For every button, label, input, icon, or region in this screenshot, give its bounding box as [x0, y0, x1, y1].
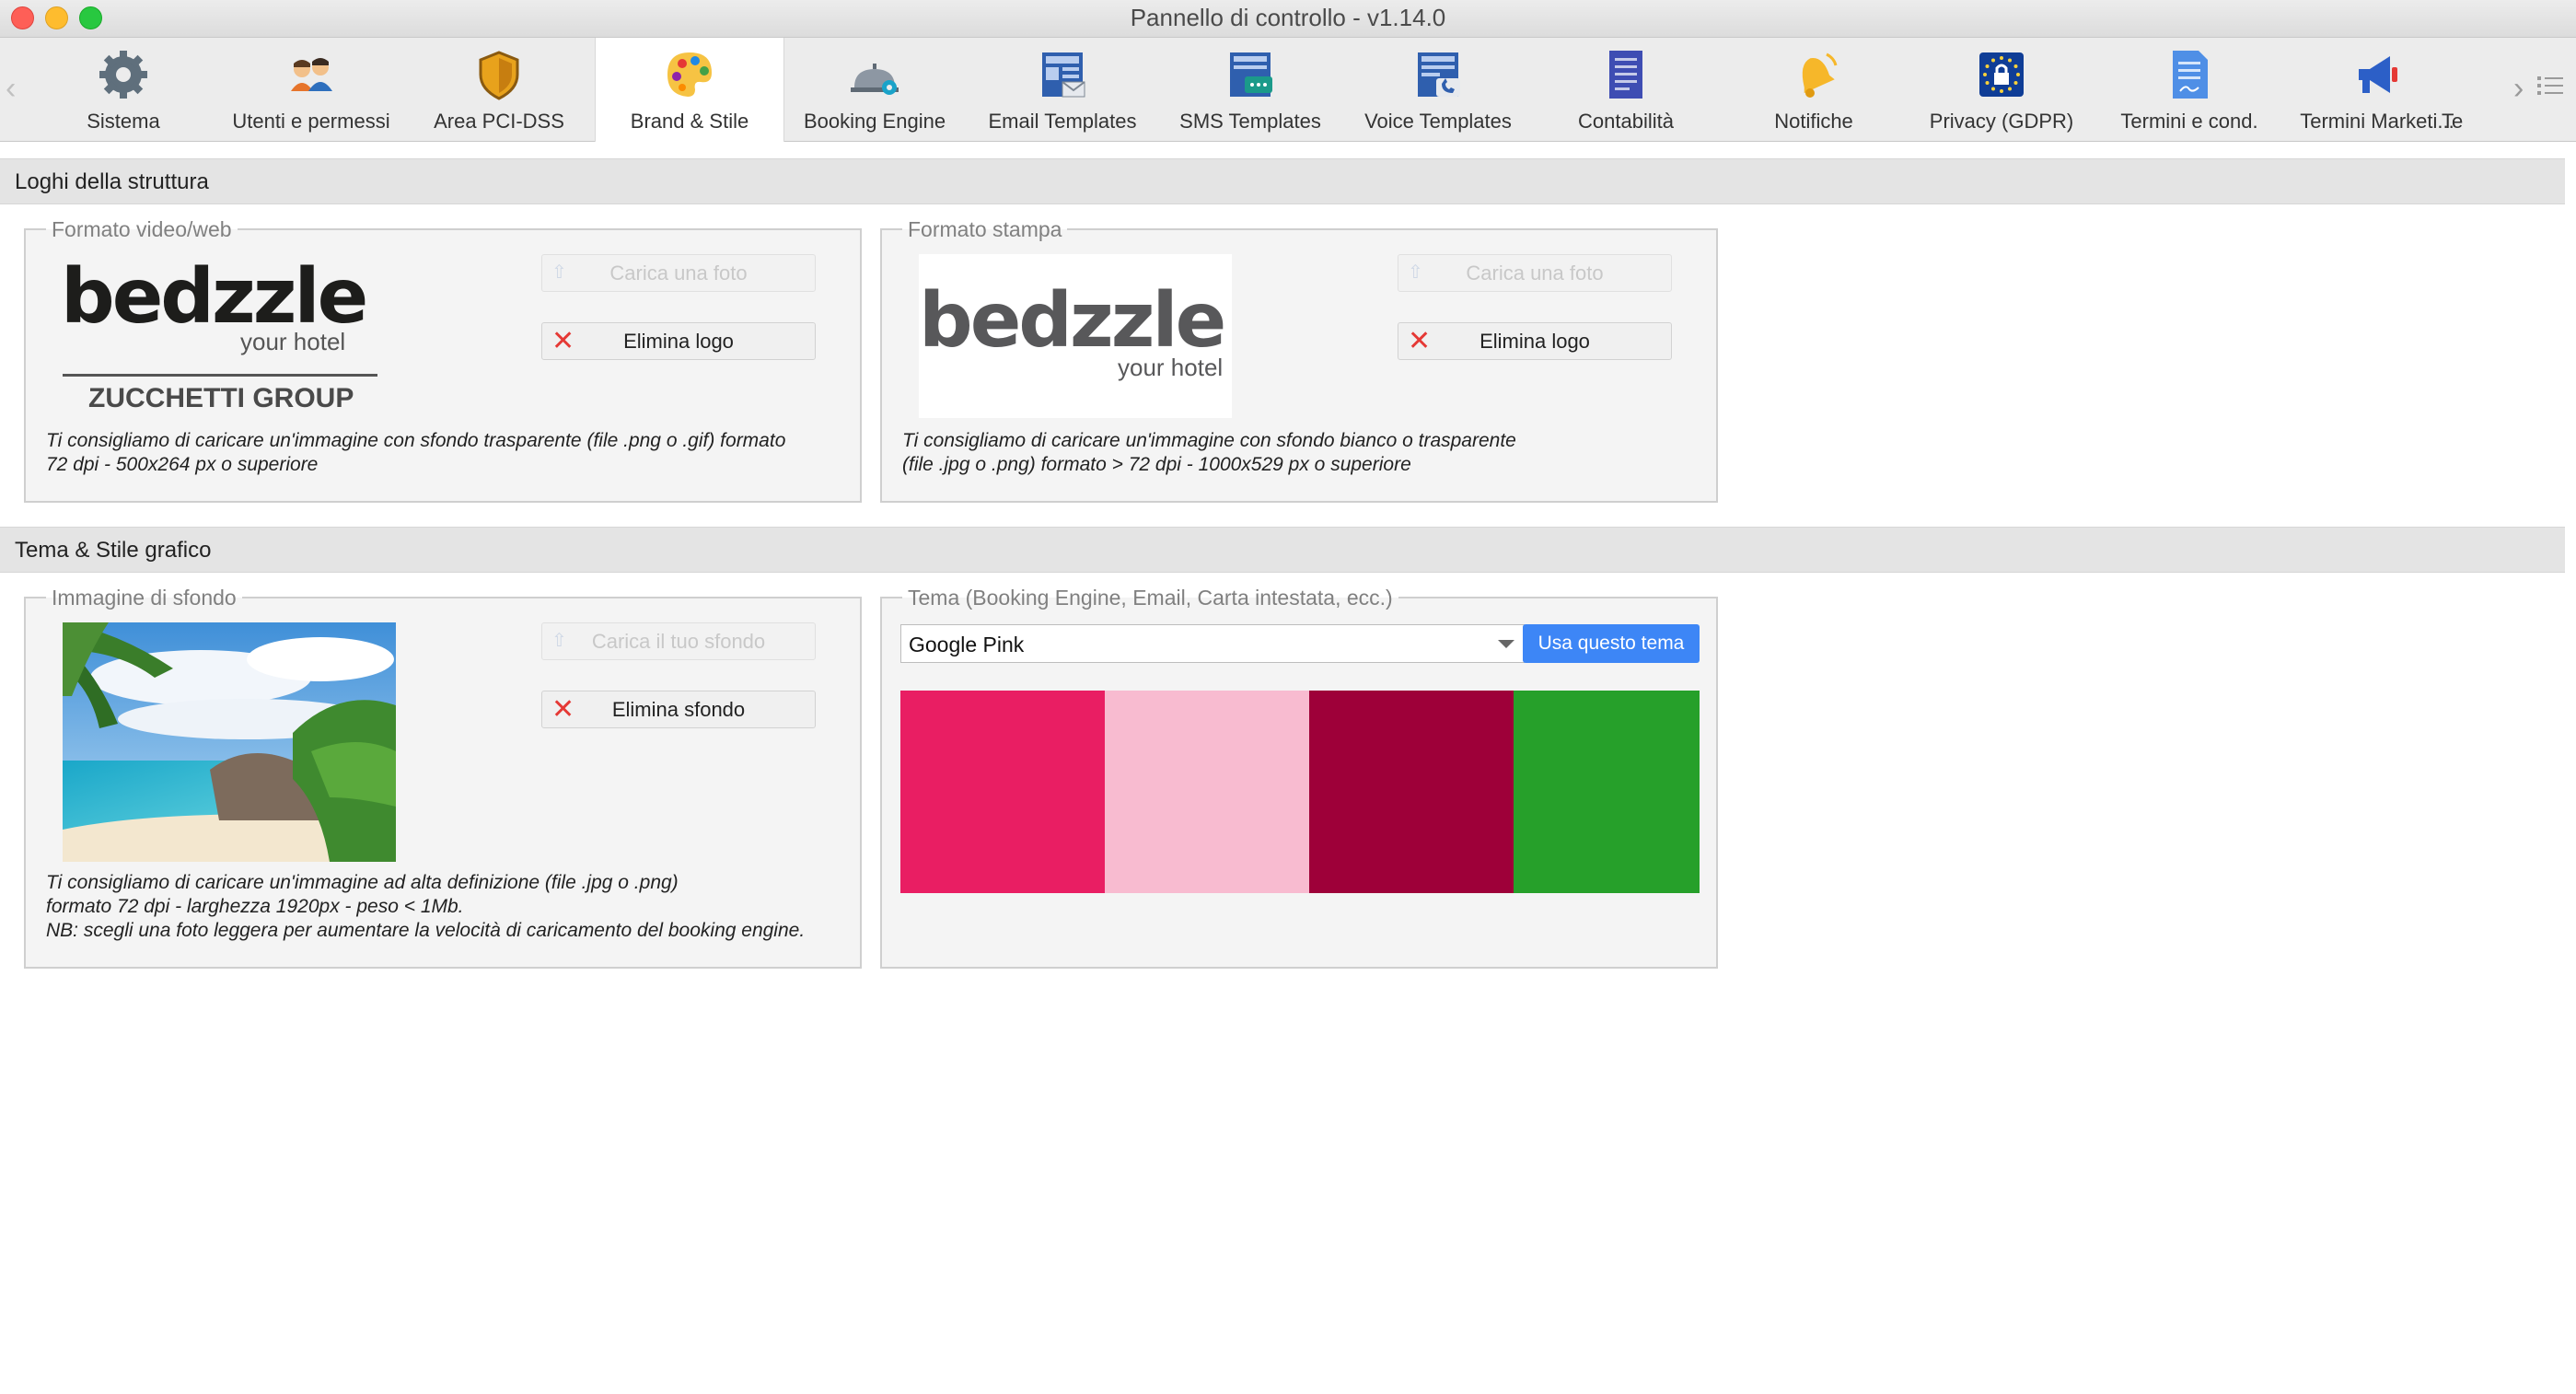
web-logo-image: bedzzle your hotel ZUCCHETTI GROUP — [61, 256, 379, 420]
palette-icon — [667, 52, 712, 97]
logo-wordmark: bedzzle — [919, 277, 1226, 365]
tab-label: Email Templates — [988, 110, 1137, 133]
email-template-icon — [1042, 52, 1085, 98]
group-legend: Formato video/web — [46, 218, 238, 240]
delete-icon: ✕ — [551, 694, 575, 725]
ledger-icon — [1609, 51, 1642, 99]
tab-contabilita[interactable]: Contabilità — [1532, 38, 1720, 141]
tab-label: Privacy (GDPR) — [1929, 110, 2074, 133]
sms-template-icon — [1230, 52, 1272, 97]
window-title: Pannello di controllo - v1.14.0 — [1130, 4, 1446, 31]
upload-icon: ⇧ — [1408, 262, 1423, 283]
tab-label: Brand & Stile — [630, 110, 749, 133]
group-print-logo: Formato stampa bedzzle your hotel ⇧ Cari… — [880, 218, 1718, 503]
print-logo-image: bedzzle your hotel — [919, 254, 1232, 418]
gear-icon — [99, 51, 147, 99]
tab-label: SMS Templates — [1179, 110, 1321, 133]
theme-swatch-dark — [1309, 691, 1514, 893]
group-background-image: Immagine di sfondo ⇧ Carica il tuo sfond… — [24, 587, 862, 969]
tab-label: Sistema — [87, 110, 160, 133]
group-web-logo: Formato video/web bedzzle your hotel ZUC… — [24, 218, 862, 503]
theme-swatch-accent — [1514, 691, 1700, 893]
theme-swatch-primary — [900, 691, 1105, 893]
shield-icon — [479, 51, 519, 100]
tab-area-pci-dss[interactable]: Area PCI-DSS — [405, 38, 593, 141]
delete-web-logo-button[interactable]: ✕ Elimina logo — [541, 322, 816, 360]
tab-label: Utenti e permessi — [232, 110, 390, 133]
upload-icon: ⇧ — [551, 631, 567, 651]
tab-label: Area PCI-DSS — [434, 110, 564, 133]
group-legend: Immagine di sfondo — [46, 587, 242, 609]
background-hint: Ti consigliamo di caricare un'immagine a… — [46, 872, 806, 941]
overflow-menu-icon[interactable] — [2537, 75, 2563, 97]
upload-background-button[interactable]: ⇧ Carica il tuo sfondo — [541, 622, 816, 660]
tab-utenti[interactable]: Utenti e permessi — [217, 38, 405, 141]
tab-label: Termini e cond. — [2120, 110, 2258, 133]
theme-swatch-light — [1105, 691, 1309, 893]
section-title: Loghi della struttura — [15, 169, 209, 194]
chevron-down-icon — [1498, 640, 1514, 648]
delete-icon: ✕ — [1408, 326, 1432, 356]
logo-group-name: ZUCCHETTI GROUP — [88, 383, 354, 413]
delete-print-logo-button[interactable]: ✕ Elimina logo — [1398, 322, 1672, 360]
gdpr-lock-icon — [1979, 52, 2024, 97]
tab-label: Voice Templates — [1364, 110, 1512, 133]
upload-print-logo-button[interactable]: ⇧ Carica una foto — [1398, 254, 1672, 292]
tab-termini-cond[interactable]: Termini e cond. — [2095, 38, 2283, 141]
notification-bell-icon — [1802, 52, 1838, 98]
tab-booking-engine[interactable]: Booking Engine — [781, 38, 969, 141]
theme-select[interactable]: Google Pink — [900, 624, 1525, 663]
logo-tagline: your hotel — [1118, 354, 1224, 381]
delete-background-button[interactable]: ✕ Elimina sfondo — [541, 691, 816, 728]
megaphone-icon — [2359, 56, 2397, 93]
group-legend: Formato stampa — [902, 218, 1068, 240]
window-titlebar: Pannello di controllo - v1.14.0 — [0, 0, 2576, 38]
tab-email-templates[interactable]: Email Templates — [969, 38, 1156, 141]
background-preview-image — [63, 622, 396, 862]
document-sign-icon — [2173, 51, 2208, 99]
section-header-theme: Tema & Stile grafico — [0, 527, 2565, 573]
section-header-logos: Loghi della struttura — [0, 158, 2565, 204]
tab-label: Contabilità — [1578, 110, 1674, 133]
tab-label: Booking Engine — [803, 110, 946, 133]
apply-theme-button[interactable]: Usa questo tema — [1523, 624, 1700, 663]
scroll-left-icon[interactable]: ‹ — [6, 71, 16, 107]
logo-wordmark: bedzzle — [61, 253, 368, 341]
print-logo-hint: Ti consigliamo di caricare un'immagine c… — [902, 430, 1516, 475]
tab-sms-templates[interactable]: SMS Templates — [1156, 38, 1344, 141]
tab-label: Te — [2442, 110, 2464, 133]
upload-icon: ⇧ — [551, 262, 567, 283]
web-logo-hint: Ti consigliamo di caricare un'immagine c… — [46, 430, 786, 475]
scroll-right-icon[interactable]: › — [2513, 71, 2524, 107]
voice-template-icon — [1418, 52, 1460, 97]
tab-sistema[interactable]: Sistema — [29, 38, 217, 141]
tab-label: Notifiche — [1774, 110, 1853, 133]
tab-brand-stile[interactable]: Brand & Stile — [595, 38, 784, 142]
tab-notifiche[interactable]: Notifiche — [1720, 38, 1908, 141]
upload-web-logo-button[interactable]: ⇧ Carica una foto — [541, 254, 816, 292]
group-theme: Tema (Booking Engine, Email, Carta intes… — [880, 587, 1718, 969]
delete-icon: ✕ — [551, 326, 575, 356]
logo-tagline: your hotel — [240, 328, 346, 355]
preferences-toolbar: ‹ Sistema Utenti e permessi Area PCI-DSS — [0, 38, 2576, 142]
users-icon — [291, 58, 332, 91]
tab-voice-templates[interactable]: Voice Templates — [1344, 38, 1532, 141]
section-title: Tema & Stile grafico — [15, 538, 212, 563]
theme-color-swatches — [900, 691, 1700, 893]
tab-privacy-gdpr[interactable]: Privacy (GDPR) — [1908, 38, 2095, 141]
bell-service-icon — [851, 64, 899, 95]
theme-select-value: Google Pink — [909, 633, 1025, 656]
group-legend: Tema (Booking Engine, Email, Carta intes… — [902, 587, 1398, 609]
